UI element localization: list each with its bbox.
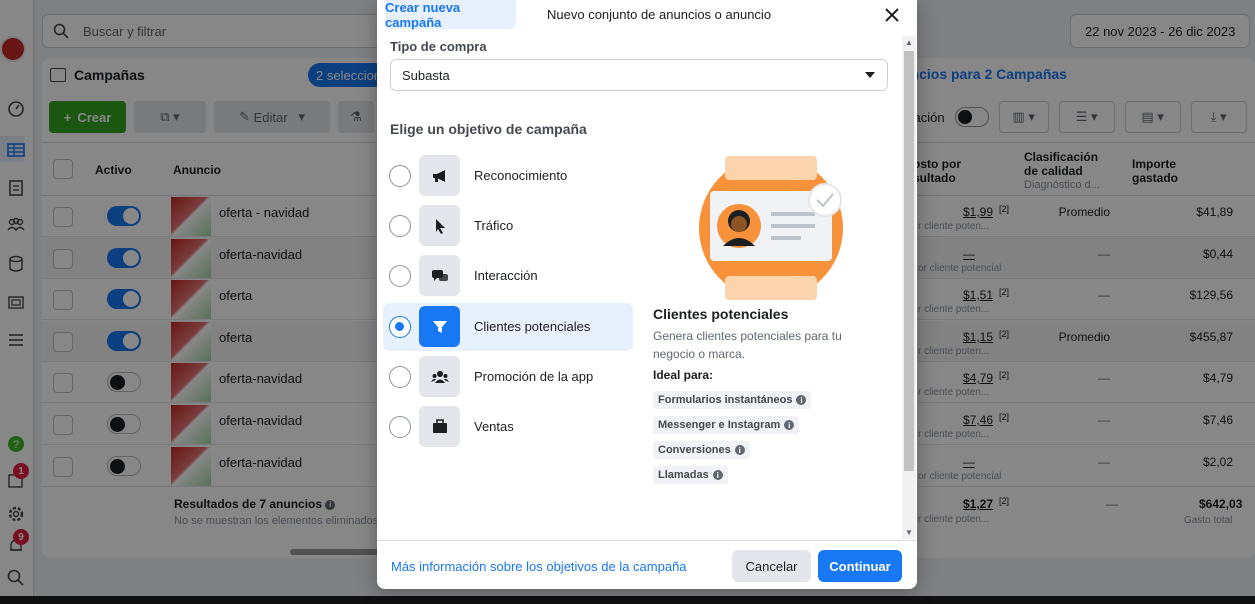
scroll-down-arrow-icon[interactable]: ▼ xyxy=(905,528,913,537)
tab-new-adset-or-ad[interactable]: Nuevo conjunto de anuncios o anuncio xyxy=(547,0,771,29)
close-button[interactable] xyxy=(881,4,903,26)
objective-option[interactable]: Ventas xyxy=(383,403,633,451)
info-icon[interactable]: i xyxy=(712,470,723,480)
objective-radio[interactable] xyxy=(389,316,411,338)
close-icon xyxy=(885,8,899,22)
objective-option[interactable]: Tráfico xyxy=(383,202,633,250)
objective-radio[interactable] xyxy=(389,416,411,438)
objective-label: Clientes potenciales xyxy=(474,319,591,334)
objective-radio[interactable] xyxy=(389,366,411,388)
objective-label: Interacción xyxy=(474,268,538,283)
scrollbar-thumb[interactable] xyxy=(904,51,914,471)
ideal-for-chip: Llamadas i xyxy=(653,466,728,484)
chip-label: Messenger e Instagram xyxy=(658,419,781,431)
objective-label: Ventas xyxy=(474,419,514,434)
caret-down-icon xyxy=(865,72,875,78)
scroll-up-arrow-icon[interactable]: ▲ xyxy=(905,38,913,47)
chip-label: Formularios instantáneos xyxy=(658,394,793,406)
lead-form-illustration xyxy=(699,156,843,300)
learn-more-link[interactable]: Más información sobre los objetivos de l… xyxy=(391,559,687,574)
info-icon[interactable]: i xyxy=(784,420,795,430)
purchase-type-value: Subasta xyxy=(402,67,450,83)
people-icon xyxy=(419,356,460,397)
info-icon[interactable]: i xyxy=(734,445,745,455)
objective-option[interactable]: Promoción de la app xyxy=(383,353,633,401)
cursor-icon xyxy=(419,205,460,246)
objective-option[interactable]: Reconocimiento xyxy=(383,152,633,200)
purchase-type-label: Tipo de compra xyxy=(390,39,487,54)
briefcase-icon xyxy=(419,406,460,447)
cancel-button[interactable]: Cancelar xyxy=(732,550,811,582)
objective-radio[interactable] xyxy=(389,265,411,287)
ideal-for-chip: Conversiones i xyxy=(653,441,750,459)
objective-detail-title: Clientes potenciales xyxy=(653,306,789,322)
tab-new-campaign[interactable]: Crear nueva campaña xyxy=(385,0,516,30)
chip-label: Conversiones xyxy=(658,444,731,456)
objective-label: Tráfico xyxy=(474,218,514,233)
modal-footer: Más información sobre los objetivos de l… xyxy=(377,540,917,589)
continue-button[interactable]: Continuar xyxy=(818,550,902,582)
megaphone-icon xyxy=(419,155,460,196)
objective-radio[interactable] xyxy=(389,215,411,237)
chat-bubbles-icon xyxy=(419,255,460,296)
ideal-for-chip: Messenger e Instagram i xyxy=(653,416,800,434)
create-campaign-dialog: Crear nueva campaña Nuevo conjunto de an… xyxy=(377,0,917,589)
info-icon[interactable]: i xyxy=(796,395,807,405)
ideal-for-chip: Formularios instantáneos i xyxy=(653,391,812,409)
objective-label: Reconocimiento xyxy=(474,168,568,183)
chip-label: Llamadas xyxy=(658,469,709,481)
modal-scrollbar[interactable]: ▲ ▼ xyxy=(902,36,916,539)
objective-heading: Elige un objetivo de campaña xyxy=(390,121,587,137)
objective-label: Promoción de la app xyxy=(474,369,594,384)
purchase-type-select[interactable]: Subasta xyxy=(390,59,888,91)
funnel-icon xyxy=(419,306,460,347)
objective-option[interactable]: Interacción xyxy=(383,252,633,300)
objective-detail-description: Genera clientes potenciales para tu nego… xyxy=(653,329,842,361)
objective-radio[interactable] xyxy=(389,165,411,187)
objective-option[interactable]: Clientes potenciales xyxy=(383,303,633,351)
ideal-for-label: Ideal para: xyxy=(653,368,714,382)
